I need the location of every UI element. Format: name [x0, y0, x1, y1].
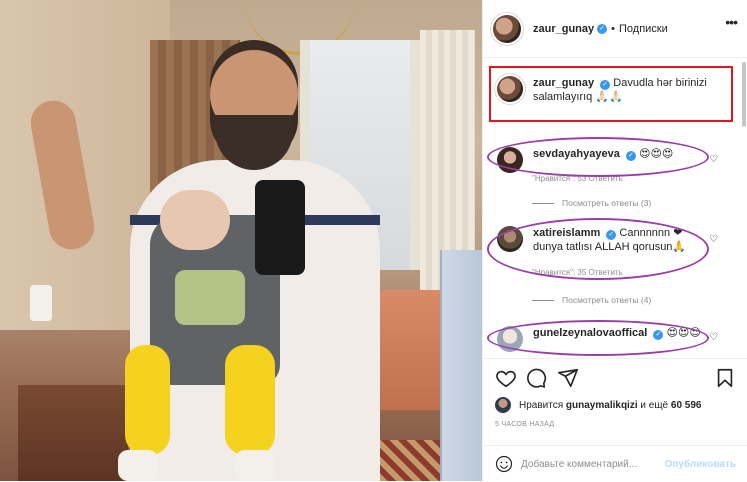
comments-list[interactable]: zaur_gunay ✓ Davudla hər birinizi salaml… — [483, 58, 738, 358]
view-replies-button[interactable]: Посмотреть ответы (3) — [532, 198, 651, 208]
photo-baby-leg-left — [125, 345, 170, 455]
author-avatar[interactable] — [493, 14, 521, 43]
post-side-panel: zaur_gunay ✓ • Подписки ••• zaur_gunay ✓… — [482, 0, 747, 481]
comment-like-heart-icon[interactable]: ♡ — [709, 154, 718, 165]
more-icon[interactable]: ••• — [725, 14, 738, 30]
publish-button[interactable]: Опубликовать — [665, 459, 736, 470]
photo-sock-left — [118, 450, 158, 481]
caption-highlight-box: zaur_gunay ✓ Davudla hər birinizi salaml… — [489, 66, 733, 122]
author-username[interactable]: zaur_gunay — [533, 23, 594, 35]
likes-count[interactable]: 60 596 — [671, 400, 702, 411]
photo-baby-head — [160, 190, 230, 250]
comment-like-heart-icon[interactable]: ♡ — [709, 234, 718, 245]
likes-prefix: Нравится — [519, 399, 564, 411]
comment-input[interactable] — [521, 458, 661, 470]
caption-text-block: zaur_gunay ✓ Davudla hər birinizi salaml… — [533, 76, 725, 112]
photo-lamp — [30, 285, 52, 321]
verified-icon: ✓ — [600, 80, 611, 90]
comment-highlight-oval — [487, 320, 709, 356]
replies-divider — [532, 300, 554, 302]
caption-avatar[interactable] — [497, 76, 523, 102]
comments-scrollbar[interactable] — [742, 62, 746, 127]
caption-username[interactable]: zaur_gunay — [533, 77, 594, 89]
comment-highlight-oval — [487, 137, 709, 177]
heart-icon[interactable] — [495, 367, 517, 389]
post-photo[interactable] — [0, 0, 482, 481]
photo-nightstand — [18, 385, 128, 481]
comment-highlight-oval — [487, 218, 709, 280]
action-icons-row — [495, 367, 736, 389]
photo-phone — [255, 180, 305, 275]
comment-icon[interactable] — [525, 367, 547, 389]
instagram-post-viewer: zaur_gunay ✓ • Подписки ••• zaur_gunay ✓… — [0, 0, 747, 481]
replies-divider — [532, 203, 554, 205]
bookmark-icon[interactable] — [714, 367, 736, 389]
add-comment-bar: Опубликовать — [483, 445, 747, 482]
post-actions: Нравится gunaymalikqizi и ещё 60 596 5 Ч… — [483, 358, 747, 481]
post-timestamp[interactable]: 5 ЧАСОВ НАЗАД — [495, 421, 554, 428]
likes-summary: Нравится gunaymalikqizi и ещё 60 596 — [495, 397, 701, 413]
photo-sock-right — [235, 450, 275, 481]
share-icon[interactable] — [557, 367, 579, 389]
photo-carrier-pattern — [175, 270, 245, 325]
liker-username[interactable]: gunaymalikqizi — [566, 400, 638, 411]
following-button[interactable]: Подписки — [619, 23, 668, 35]
comment-like-heart-icon[interactable]: ♡ — [709, 332, 718, 343]
header-separator: • — [611, 22, 615, 35]
photo-baby-leg-right — [225, 345, 275, 455]
photo-cabinet — [440, 250, 482, 481]
liker-avatar[interactable] — [495, 397, 511, 413]
emoji-icon[interactable] — [495, 455, 513, 473]
view-replies-button[interactable]: Посмотреть ответы (4) — [532, 295, 651, 305]
verified-icon: ✓ — [597, 23, 608, 34]
view-replies-label: Посмотреть ответы (4) — [562, 295, 652, 305]
likes-suffix: и ещё — [640, 399, 669, 411]
post-header: zaur_gunay ✓ • Подписки ••• — [483, 0, 747, 58]
view-replies-label: Посмотреть ответы (3) — [562, 198, 652, 208]
